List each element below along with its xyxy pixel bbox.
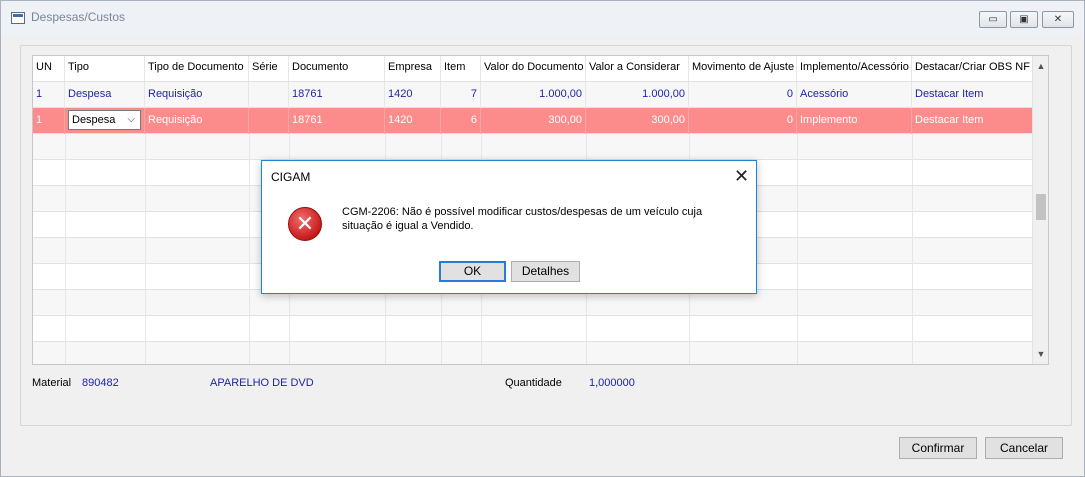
cell-valor-documento: 300,00: [481, 108, 586, 134]
material-label: Material: [32, 377, 72, 389]
ok-button[interactable]: OK: [439, 261, 506, 282]
details-button[interactable]: Detalhes: [511, 261, 580, 282]
empty-row: [33, 316, 1033, 342]
material-code: 890482: [82, 377, 119, 389]
cell-tipo: Despesa: [65, 82, 145, 108]
empty-row: [33, 134, 1033, 160]
column-header-valor-considerar[interactable]: Valor a Considerar: [586, 56, 689, 82]
column-header-empresa[interactable]: Empresa: [385, 56, 441, 82]
column-header-un[interactable]: UN: [33, 56, 65, 82]
cell-empresa: 1420: [385, 108, 441, 134]
column-divider: [797, 134, 798, 364]
chevron-down-icon[interactable]: ⌵: [127, 111, 135, 129]
cancel-button[interactable]: Cancelar: [985, 437, 1063, 459]
column-header-destacar-obs[interactable]: Destacar/Criar OBS NF: [912, 56, 1033, 82]
window-title: Despesas/Custos: [31, 10, 126, 24]
quantidade-label: Quantidade: [505, 377, 562, 389]
quantidade-value: 1,000000: [589, 377, 635, 389]
column-header-tipo-documento[interactable]: Tipo de Documento: [145, 56, 249, 82]
cell-valor-documento: 1.000,00: [481, 82, 586, 108]
column-header-serie[interactable]: Série: [249, 56, 289, 82]
column-header-tipo[interactable]: Tipo: [65, 56, 145, 82]
dialog-message: CGM-2206: Não é possível modificar custo…: [342, 206, 703, 232]
grid-scrollbar[interactable]: ▲ ▼: [1032, 56, 1048, 364]
grid-header: UN Tipo Tipo de Documento Série Document…: [33, 56, 1033, 82]
column-divider: [145, 134, 146, 364]
maximize-button[interactable]: ▣: [1010, 11, 1038, 28]
cell-serie: [249, 82, 289, 108]
tipo-select-value: Despesa: [72, 114, 116, 126]
cell-valor-considerar: 1.000,00: [586, 82, 689, 108]
cell-destacar-obs[interactable]: Destacar Item: [912, 82, 1033, 108]
material-description: APARELHO DE DVD: [210, 377, 314, 389]
cell-empresa: 1420: [385, 82, 441, 108]
cell-movimento-ajuste: 0: [689, 82, 797, 108]
cell-serie: [249, 108, 289, 134]
cell-implemento-acessorio: Implemento: [797, 108, 912, 134]
scroll-up-icon[interactable]: ▲: [1033, 58, 1049, 74]
empty-row: [33, 342, 1033, 364]
minimize-button[interactable]: ▭: [979, 11, 1007, 28]
error-dialog: CIGAM ✕ ✕ CGM-2206: Não é possível modif…: [261, 160, 757, 294]
close-button[interactable]: ✕: [1042, 11, 1074, 28]
column-divider: [249, 134, 250, 364]
dialog-title: CIGAM: [271, 170, 311, 184]
error-icon: ✕: [288, 207, 322, 241]
scroll-down-icon[interactable]: ▼: [1033, 346, 1049, 362]
main-window: Despesas/Custos ▭ ▣ ✕ UN Tipo Tipo de Do…: [0, 0, 1085, 477]
column-header-movimento-ajuste[interactable]: Movimento de Ajuste: [689, 56, 797, 82]
cell-tipo-documento: Requisição: [145, 108, 249, 134]
title-bar: Despesas/Custos ▭ ▣ ✕: [1, 1, 1084, 35]
column-header-valor-documento[interactable]: Valor do Documento: [481, 56, 586, 82]
column-header-item[interactable]: Item: [441, 56, 481, 82]
cell-documento: 18761: [289, 108, 385, 134]
cell-item: 7: [441, 82, 481, 108]
cell-implemento-acessorio: Acessório: [797, 82, 912, 108]
confirm-button[interactable]: Confirmar: [899, 437, 977, 459]
column-header-documento[interactable]: Documento: [289, 56, 385, 82]
column-divider: [65, 134, 66, 364]
cell-un: 1: [33, 108, 65, 134]
cell-movimento-ajuste: 0: [689, 108, 797, 134]
column-divider: [912, 134, 913, 364]
dialog-close-icon[interactable]: ✕: [734, 165, 749, 187]
cell-item: 6: [441, 108, 481, 134]
table-row-selected[interactable]: 1 Despesa ⌵ Requisição 18761 1420 6 300,…: [33, 108, 1033, 134]
column-header-implemento-acessorio[interactable]: Implemento/Acessório: [797, 56, 912, 82]
tipo-select[interactable]: Despesa ⌵: [68, 110, 141, 130]
cell-valor-considerar: 300,00: [586, 108, 689, 134]
window-icon: [11, 12, 25, 24]
cell-destacar-obs[interactable]: Destacar Item: [912, 108, 1033, 134]
cell-tipo: Despesa ⌵: [65, 108, 145, 134]
cell-tipo-documento: Requisição: [145, 82, 249, 108]
scroll-thumb[interactable]: [1036, 194, 1046, 220]
cell-documento: 18761: [289, 82, 385, 108]
cell-un: 1: [33, 82, 65, 108]
table-row[interactable]: 1 Despesa Requisição 18761 1420 7 1.000,…: [33, 82, 1033, 108]
